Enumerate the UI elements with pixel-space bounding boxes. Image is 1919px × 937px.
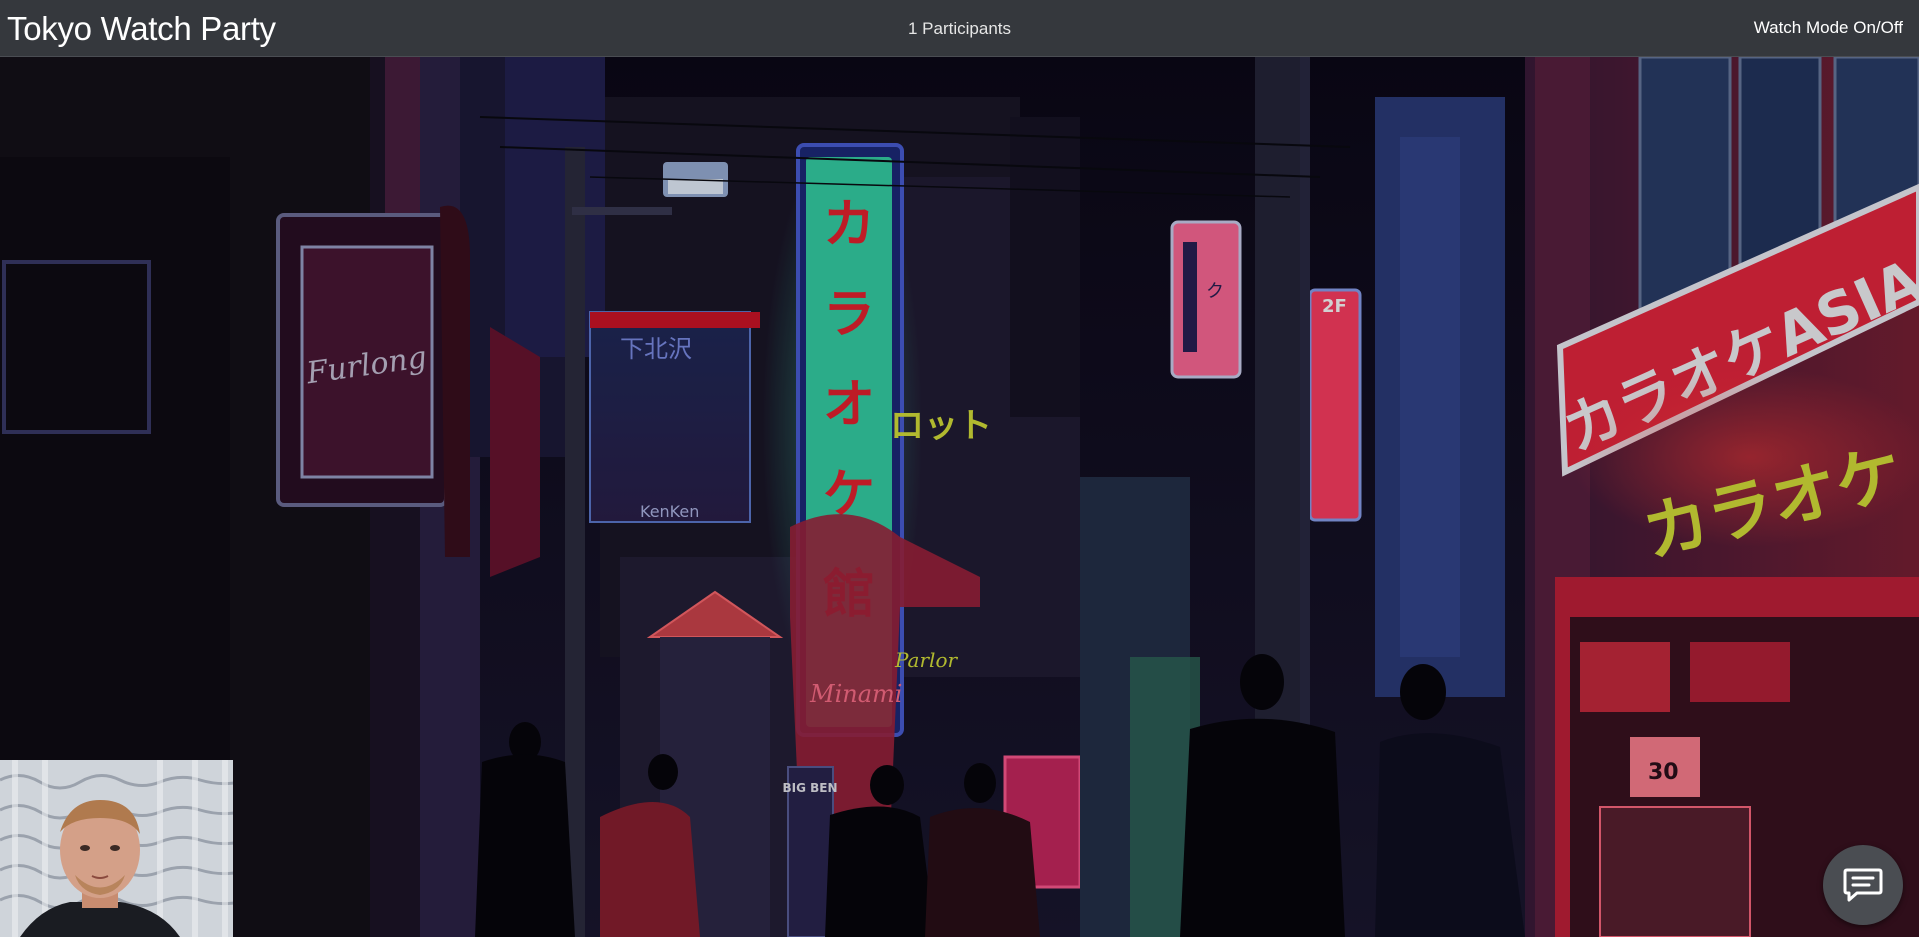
participants-count: 1 Participants xyxy=(908,19,1011,38)
top-bar: Tokyo Watch Party 1 Participants Watch M… xyxy=(0,0,1919,57)
page-title: Tokyo Watch Party xyxy=(7,10,276,47)
chat-bubble-icon xyxy=(1843,868,1883,902)
tokyo-street-video: Furlong 下北沢 KenKen カ ラ オ ケ Parlor Minami… xyxy=(0,57,1919,937)
self-video-preview xyxy=(0,760,233,937)
chat-button[interactable] xyxy=(1823,845,1903,925)
video-stage[interactable]: Furlong 下北沢 KenKen カ ラ オ ケ Parlor Minami… xyxy=(0,57,1919,937)
watch-party-app: Tokyo Watch Party 1 Participants Watch M… xyxy=(0,0,1919,937)
webcam-feed xyxy=(0,760,233,937)
watch-mode-toggle-button[interactable]: Watch Mode On/Off xyxy=(1754,16,1903,40)
